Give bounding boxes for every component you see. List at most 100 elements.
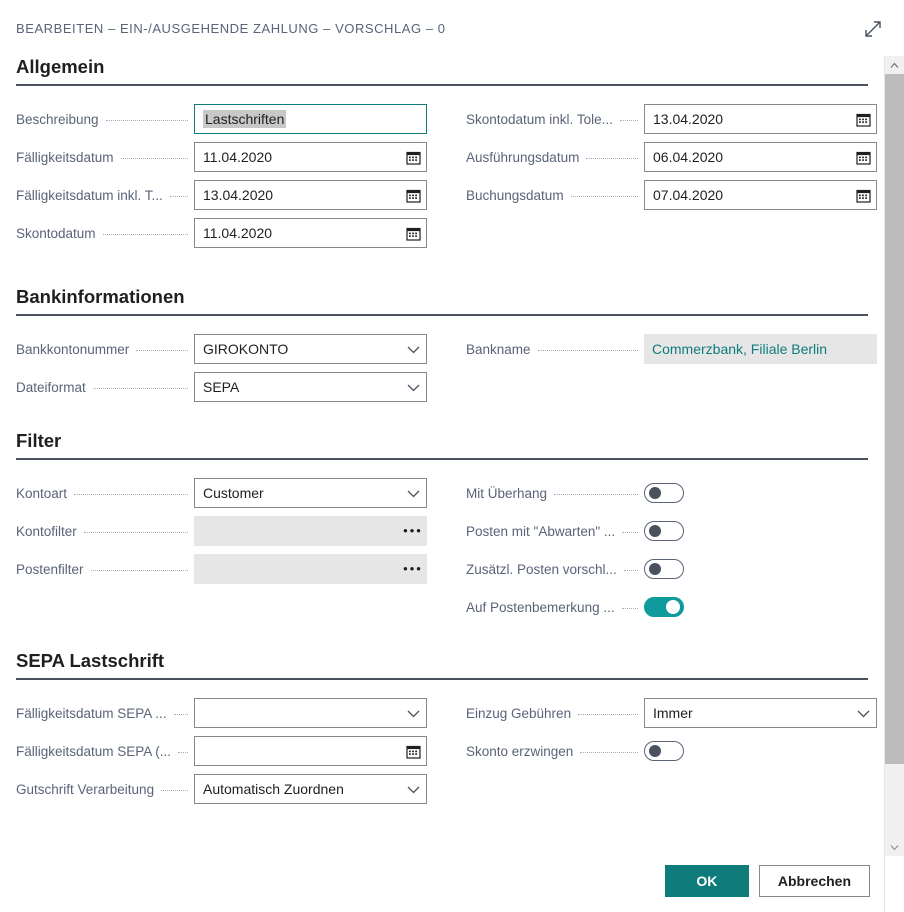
label-leader-dots: [586, 158, 638, 159]
field-label-postenfilter: Postenfilter: [16, 562, 194, 577]
field-row-gutschrift-verarbeitung: Gutschrift VerarbeitungAutomatisch Zuord…: [16, 770, 452, 808]
label-leader-dots: [622, 608, 638, 609]
label-leader-dots: [538, 350, 638, 351]
toggle-zusatzl-posten-vorschl[interactable]: [644, 559, 684, 579]
field-row-falligkeitsdatum-sepa: Fälligkeitsdatum SEPA ...: [16, 694, 452, 732]
toggle-wrap-auf-postenbemerkung: [644, 592, 877, 622]
field-label-bankname: Bankname: [466, 342, 644, 357]
field-row-mit-uberhang: Mit Überhang: [466, 474, 902, 512]
label-text: Fälligkeitsdatum inkl. T...: [16, 188, 163, 203]
scrollbar-footer-gap: [885, 856, 904, 912]
label-leader-dots: [121, 158, 188, 159]
calendar-picker-button[interactable]: [850, 105, 876, 133]
section-grid: KontoartCustomerKontofilter•••Postenfilt…: [16, 474, 868, 626]
section-divider: [16, 84, 868, 86]
dialog-title: BEARBEITEN – EIN-/AUSGEHENDE ZAHLUNG – V…: [16, 21, 446, 36]
input-skontodatum[interactable]: 11.04.2020: [194, 218, 427, 248]
selected-text: Lastschriften: [203, 110, 286, 128]
label-text: Postenfilter: [16, 562, 84, 577]
chevron-down-icon: [407, 785, 420, 794]
calendar-picker-button[interactable]: [400, 143, 426, 171]
scroll-up-button[interactable]: [885, 56, 904, 74]
input-dateiformat[interactable]: SEPA: [194, 372, 427, 402]
field-label-kontofilter: Kontofilter: [16, 524, 194, 539]
field-label-zusatzl-posten-vorschl: Zusätzl. Posten vorschl...: [466, 562, 644, 577]
label-text: Skontodatum: [16, 226, 96, 241]
toggle-wrap-zusatzl-posten-vorschl: [644, 554, 877, 584]
label-text: Zusätzl. Posten vorschl...: [466, 562, 617, 577]
toggle-auf-postenbemerkung[interactable]: [644, 597, 684, 617]
toggle-posten-mit-abwarten[interactable]: [644, 521, 684, 541]
assist-edit-button[interactable]: •••: [400, 517, 426, 545]
cancel-button[interactable]: Abbrechen: [759, 865, 870, 897]
toggle-knob: [649, 745, 661, 757]
field-control-falligkeitsdatum: 11.04.2020: [194, 142, 427, 172]
dropdown-button[interactable]: [400, 775, 426, 803]
label-text: Bankname: [466, 342, 531, 357]
input-falligkeitsdatum-sepa[interactable]: [194, 698, 427, 728]
section-grid: Fälligkeitsdatum SEPA ...Fälligkeitsdatu…: [16, 694, 868, 808]
input-einzug-gebuhren[interactable]: Immer: [644, 698, 877, 728]
dropdown-button[interactable]: [400, 373, 426, 401]
ok-button[interactable]: OK: [665, 865, 749, 897]
dropdown-button[interactable]: [400, 335, 426, 363]
input-skontodatum-inkl-tole[interactable]: 13.04.2020: [644, 104, 877, 134]
label-leader-dots: [106, 120, 188, 121]
field-row-skontodatum: Skontodatum 11.04.2020: [16, 214, 452, 252]
dropdown-button[interactable]: [850, 699, 876, 727]
assist-edit-button[interactable]: •••: [400, 555, 426, 583]
calendar-picker-button[interactable]: [850, 181, 876, 209]
scrollbar-track[interactable]: [885, 74, 904, 838]
input-falligkeitsdatum-sepa[interactable]: [194, 736, 427, 766]
input-gutschrift-verarbeitung[interactable]: Automatisch Zuordnen: [194, 774, 427, 804]
dropdown-button[interactable]: [400, 699, 426, 727]
section-filter: FilterKontoartCustomerKontofilter•••Post…: [0, 430, 884, 650]
expand-dialog-button[interactable]: [856, 12, 890, 46]
left-column: BankkontonummerGIROKONTODateiformatSEPA: [16, 330, 452, 406]
input-ausfuhrungsdatum[interactable]: 06.04.2020: [644, 142, 877, 172]
input-bankkontonummer[interactable]: GIROKONTO: [194, 334, 427, 364]
toggle-skonto-erzwingen[interactable]: [644, 741, 684, 761]
input-postenfilter[interactable]: [194, 554, 427, 584]
right-column: BanknameCommerzbank, Filiale Berlin: [466, 330, 902, 406]
input-beschreibung[interactable]: Lastschriften: [194, 104, 427, 134]
calendar-picker-button[interactable]: [400, 737, 426, 765]
vertical-scrollbar[interactable]: [884, 56, 904, 912]
input-kontoart[interactable]: Customer: [194, 478, 427, 508]
field-label-posten-mit-abwarten: Posten mit "Abwarten" ...: [466, 524, 644, 539]
calendar-picker-button[interactable]: [400, 181, 426, 209]
ellipsis-icon: •••: [403, 565, 423, 573]
label-text: Auf Postenbemerkung ...: [466, 600, 615, 615]
toggle-knob: [649, 487, 661, 499]
dropdown-button[interactable]: [400, 479, 426, 507]
section-sepa-lastschrift: SEPA LastschriftFälligkeitsdatum SEPA ..…: [0, 650, 884, 832]
field-control-falligkeitsdatum-sepa: [194, 698, 427, 728]
calendar-icon: [856, 188, 871, 203]
toggle-mit-uberhang[interactable]: [644, 483, 684, 503]
chevron-down-icon: [407, 345, 420, 354]
field-label-falligkeitsdatum-inkl-t: Fälligkeitsdatum inkl. T...: [16, 188, 194, 203]
calendar-picker-button[interactable]: [400, 219, 426, 247]
label-text: Fälligkeitsdatum SEPA ...: [16, 706, 167, 721]
chevron-down-icon: [857, 709, 870, 718]
scroll-down-button[interactable]: [885, 838, 904, 856]
field-row-skonto-erzwingen: Skonto erzwingen: [466, 732, 902, 770]
left-column: Fälligkeitsdatum SEPA ...Fälligkeitsdatu…: [16, 694, 452, 808]
input-falligkeitsdatum-inkl-t[interactable]: 13.04.2020: [194, 180, 427, 210]
label-leader-dots: [554, 494, 638, 495]
scrollbar-thumb[interactable]: [885, 74, 904, 764]
label-text: Mit Überhang: [466, 486, 547, 501]
field-row-einzug-gebuhren: Einzug Gebühren Immer: [466, 694, 902, 732]
calendar-picker-button[interactable]: [850, 143, 876, 171]
field-row-ausfuhrungsdatum: Ausführungsdatum06.04.2020: [466, 138, 902, 176]
label-text: Einzug Gebühren: [466, 706, 571, 721]
field-label-skontodatum-inkl-tole: Skontodatum inkl. Tole...: [466, 112, 644, 127]
toggle-wrap-skonto-erzwingen: [644, 736, 877, 766]
section-grid: BankkontonummerGIROKONTODateiformatSEPAB…: [16, 330, 868, 406]
input-kontofilter[interactable]: [194, 516, 427, 546]
label-text: Bankkontonummer: [16, 342, 129, 357]
label-text: Posten mit "Abwarten" ...: [466, 524, 615, 539]
field-control-kontoart: Customer: [194, 478, 427, 508]
input-buchungsdatum[interactable]: 07.04.2020: [644, 180, 877, 210]
input-falligkeitsdatum[interactable]: 11.04.2020: [194, 142, 427, 172]
